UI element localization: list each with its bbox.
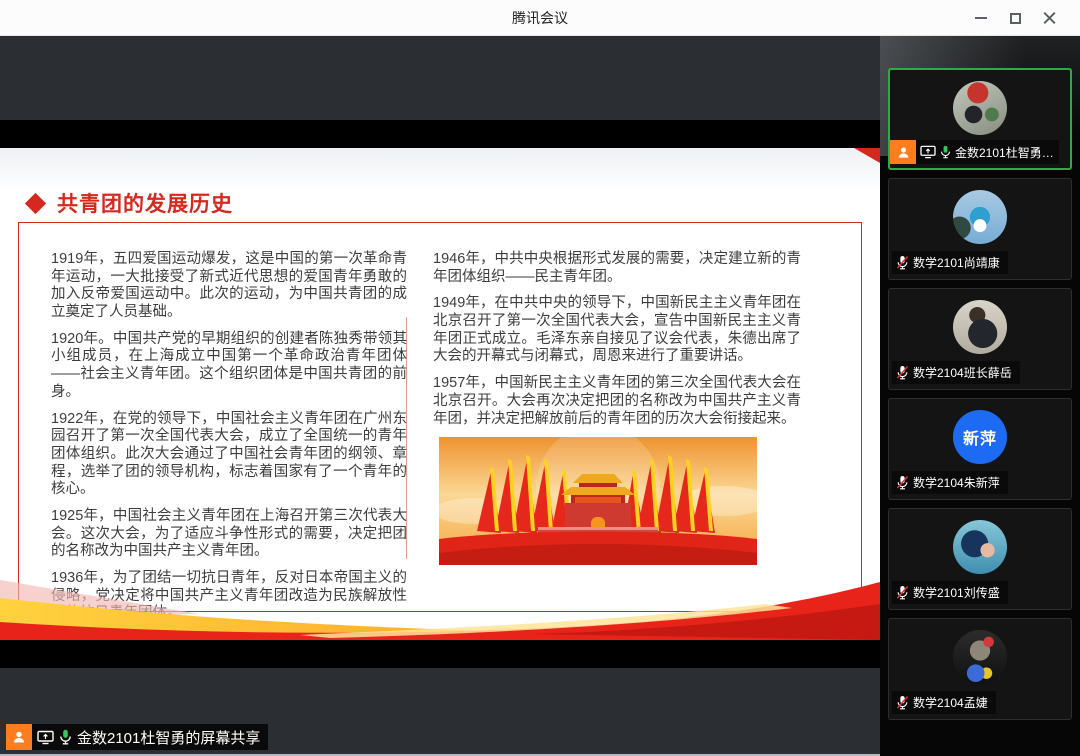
participant-name: 数学2104班长薛岳	[913, 364, 1012, 381]
participant-tile-liuchuansheng[interactable]: 数学2101刘传盛	[888, 508, 1072, 610]
screen-share-icon	[37, 730, 54, 745]
avatar	[953, 300, 1007, 354]
participant-status-bar: 数学2101刘传盛	[892, 581, 1008, 604]
shared-screen-area: 共青团的发展历史 1919年，五四爱国运动爆发，这是中国的第一次革命青年运动，一…	[0, 36, 880, 756]
participant-status-bar: 数学2104班长薛岳	[892, 361, 1020, 384]
participant-name: 数学2101尚靖康	[913, 254, 1000, 271]
participant-status-bar: 数学2104孟婕	[892, 691, 996, 714]
slide-bottom-ribbon	[0, 576, 880, 640]
history-paragraph: 1919年，五四爱国运动爆发，这是中国的第一次革命青年运动，一大批接受了新式近代…	[51, 251, 407, 322]
screen-share-icon	[920, 145, 936, 159]
title-diamond-icon	[25, 192, 46, 213]
window-controls	[964, 0, 1066, 36]
participant-tile-duzhiyong[interactable]: 金数2101杜智勇…	[888, 68, 1072, 170]
participant-tile-mengjie[interactable]: 数学2104孟婕	[888, 618, 1072, 720]
window-title: 腾讯会议	[512, 8, 568, 28]
minimize-icon	[975, 17, 987, 19]
minimize-button[interactable]	[964, 0, 998, 36]
tiananmen-illustration	[439, 437, 757, 565]
history-column-right: 1946年，中共中央根据形式发展的需要，决定建立新的青年团体组织——民主青年团。…	[433, 251, 801, 565]
close-button[interactable]	[1032, 0, 1066, 36]
window-titlebar: 腾讯会议	[0, 0, 1080, 36]
avatar	[953, 190, 1007, 244]
avatar	[953, 520, 1007, 574]
mic-muted-icon	[896, 475, 909, 490]
participant-tiles: 金数2101杜智勇… 数学2101尚靖康	[880, 36, 1080, 720]
participant-tile-xueyue[interactable]: 数学2104班长薛岳	[888, 288, 1072, 390]
avatar	[953, 630, 1007, 684]
participant-status-bar: 数学2101尚靖康	[892, 251, 1008, 274]
share-banner-label: 金数2101杜智勇的屏幕共享	[77, 727, 260, 748]
history-paragraph: 1946年，中共中央根据形式发展的需要，决定建立新的青年团体组织——民主青年团。	[433, 251, 801, 286]
avatar-initials: 新萍	[963, 425, 997, 449]
maximize-icon	[1010, 13, 1021, 24]
host-badge-icon	[890, 140, 916, 164]
host-badge-icon	[6, 724, 32, 750]
avatar: 新萍	[953, 410, 1007, 464]
history-paragraph: 1957年，中国新民主主义青年团的第三次全国代表大会在北京召开。大会再次决定把团…	[433, 375, 801, 428]
participant-name: 数学2104孟婕	[913, 694, 988, 711]
participant-tile-shangjingkang[interactable]: 数学2101尚靖康	[888, 178, 1072, 280]
mic-muted-icon	[896, 365, 909, 380]
avatar	[953, 81, 1007, 135]
meeting-window-body: 共青团的发展历史 1919年，五四爱国运动爆发，这是中国的第一次革命青年运动，一…	[0, 36, 1080, 756]
participants-sidebar[interactable]: 金数2101杜智勇… 数学2101尚靖康	[880, 36, 1080, 756]
participant-status-bar: 数学2104朱新萍	[892, 471, 1008, 494]
history-paragraph: 1949年，在中共中央的领导下，中国新民主主义青年团在北京召开了第一次全国代表大…	[433, 295, 801, 366]
history-column-left: 1919年，五四爱国运动爆发，这是中国的第一次革命青年运动，一大批接受了新式近代…	[51, 251, 407, 632]
letterbox-bottom	[0, 640, 880, 668]
participant-name: 金数2101杜智勇…	[955, 144, 1054, 161]
close-icon	[1043, 12, 1056, 25]
maximize-button[interactable]	[998, 0, 1032, 36]
mic-muted-icon	[896, 695, 909, 710]
presentation-slide: 共青团的发展历史 1919年，五四爱国运动爆发，这是中国的第一次革命青年运动，一…	[0, 148, 880, 640]
screen-share-banner: 金数2101杜智勇的屏幕共享	[6, 724, 268, 750]
slide-content-box: 1919年，五四爱国运动爆发，这是中国的第一次革命青年运动，一大批接受了新式近代…	[18, 222, 862, 612]
mic-on-icon	[59, 729, 72, 745]
history-paragraph: 1920年。中国共产党的早期组织的创建者陈独秀带领其小组成员，在上海成立中国第一…	[51, 331, 407, 402]
participant-tile-zhuxinping[interactable]: 新萍 数学2104朱新萍	[888, 398, 1072, 500]
participant-name: 数学2101刘传盛	[913, 584, 1000, 601]
slide-title-row: 共青团的发展历史	[28, 188, 233, 218]
slide-title: 共青团的发展历史	[57, 188, 233, 218]
slide-corner-decoration	[854, 148, 880, 163]
mic-on-icon	[940, 145, 951, 159]
history-paragraph: 1922年，在党的领导下，中国社会主义青年团在广州东园召开了第一次全国代表大会，…	[51, 411, 407, 499]
letterbox-top	[0, 120, 880, 148]
participant-name: 数学2104朱新萍	[913, 474, 1000, 491]
mic-muted-icon	[896, 255, 909, 270]
history-paragraph: 1925年，中国社会主义青年团在上海召开第三次代表大会。这次大会，为了适应斗争性…	[51, 508, 407, 561]
participant-status-bar: 金数2101杜智勇…	[890, 140, 1059, 164]
mic-muted-icon	[896, 585, 909, 600]
